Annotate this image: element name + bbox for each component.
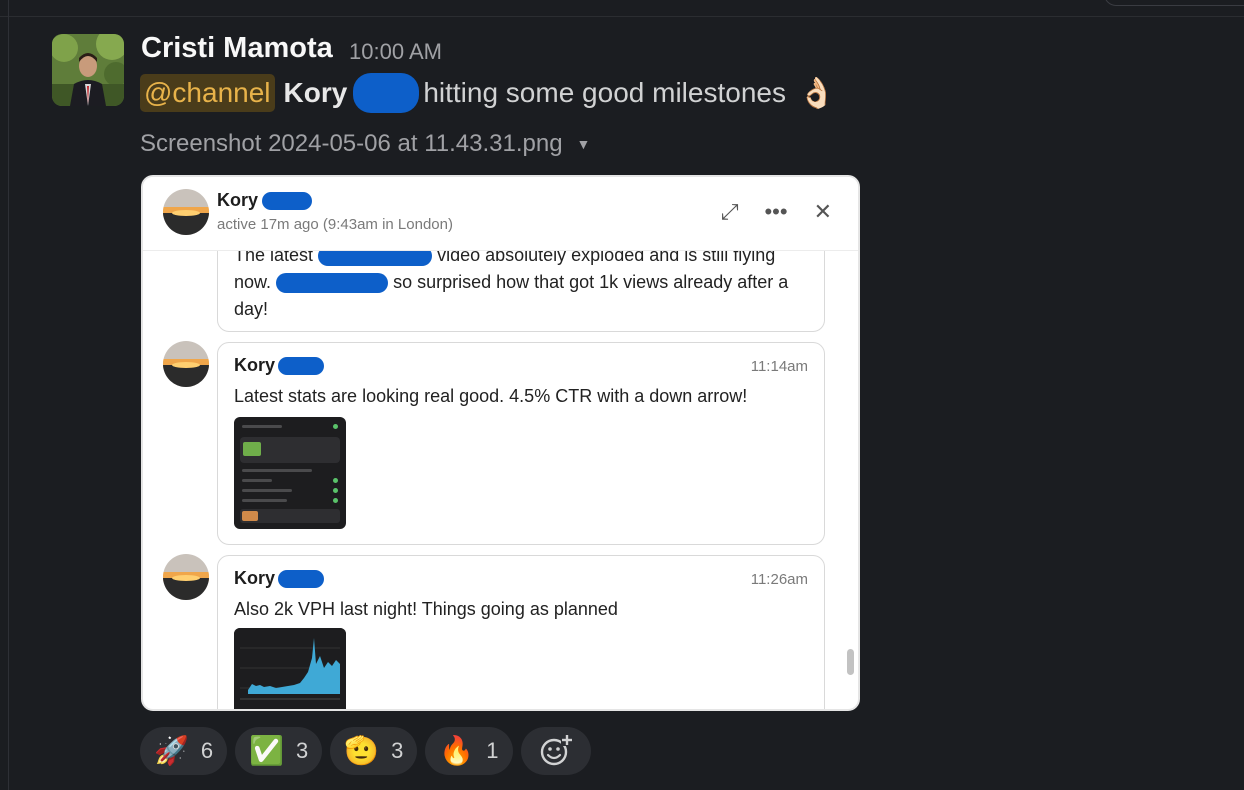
expand-icon: ⤢ — [720, 199, 739, 224]
reaction-salute[interactable]: 🫡 3 — [330, 727, 418, 775]
redaction-mark — [262, 191, 313, 210]
redaction-mark — [276, 273, 389, 294]
chat-header: Kory active 17m ago (9:43am in London) ⤢… — [143, 177, 858, 251]
check-mark-icon: ✅ — [249, 735, 284, 766]
reaction-fire[interactable]: 🔥 1 — [425, 727, 513, 775]
contact-avatar — [163, 189, 209, 235]
message-body: hitting some good milestones — [423, 77, 786, 108]
redaction-mark — [278, 569, 325, 588]
sender-name[interactable]: Cristi Mamota — [141, 32, 333, 65]
bubble-text: Also 2k VPH last night! Things going as … — [234, 599, 618, 619]
close-icon: ✕ — [813, 199, 832, 224]
chevron-down-icon[interactable]: ▼ — [577, 136, 591, 152]
channel-mention[interactable]: @channel — [140, 74, 275, 112]
add-reaction-icon — [540, 734, 573, 766]
bubble-sender: Kory — [234, 568, 325, 589]
fire-icon: 🔥 — [439, 735, 475, 766]
contact-avatar — [163, 341, 209, 387]
reaction-count: 3 — [296, 738, 309, 763]
message-time[interactable]: 10:00 AM — [349, 39, 442, 65]
bubble-time: 11:26am — [750, 571, 808, 588]
bubble-time: 11:14am — [750, 358, 808, 375]
contact-avatar — [163, 554, 209, 600]
vph-thumbnail — [234, 628, 346, 709]
stats-thumbnail — [234, 417, 346, 529]
more-icon: ••• — [764, 199, 788, 224]
reaction-check[interactable]: ✅ 3 — [235, 727, 323, 775]
reaction-rocket[interactable]: 🚀 6 — [140, 727, 228, 775]
salute-icon: 🫡 — [344, 735, 380, 766]
attachment-image[interactable]: Kory active 17m ago (9:43am in London) ⤢… — [141, 175, 860, 711]
add-reaction-button[interactable] — [520, 727, 591, 775]
reaction-count: 6 — [200, 738, 214, 763]
rocket-icon: 🚀 — [154, 735, 189, 766]
reaction-bar: 🚀 6 ✅ 3 🫡 3 🔥 1 — [140, 727, 591, 775]
sidebar-divider — [8, 0, 9, 790]
bubble-text: Latest stats are looking real good. 4.5%… — [234, 386, 748, 406]
search-pill[interactable] — [1104, 0, 1244, 6]
bubble-sender: Kory — [234, 355, 325, 376]
user-mention[interactable]: Kory — [284, 77, 348, 109]
attachment-header[interactable]: Screenshot 2024-05-06 at 11.43.31.png ▼ — [140, 130, 590, 158]
redaction-mark — [353, 73, 420, 113]
reaction-count: 1 — [486, 738, 499, 763]
chat-bubble: Kory 11:14am Latest stats are looking re… — [217, 342, 825, 545]
chat-bubble: Kory 11:26am Also 2k VPH last night! Thi… — [217, 555, 825, 709]
scrollbar[interactable] — [847, 649, 854, 675]
contact-status: active 17m ago (9:43am in London) — [217, 216, 453, 233]
sender-avatar[interactable] — [52, 34, 124, 106]
attachment-filename[interactable]: Screenshot 2024-05-06 at 11.43.31.png — [140, 130, 563, 158]
redaction-mark — [278, 356, 325, 375]
top-bar — [0, 0, 1244, 17]
contact-name: Kory — [217, 190, 313, 211]
reaction-count: 3 — [391, 738, 404, 763]
message-text: @channel Kory hitting some good mileston… — [140, 73, 835, 113]
ok-hand-emoji: 👌🏻 — [797, 76, 836, 110]
